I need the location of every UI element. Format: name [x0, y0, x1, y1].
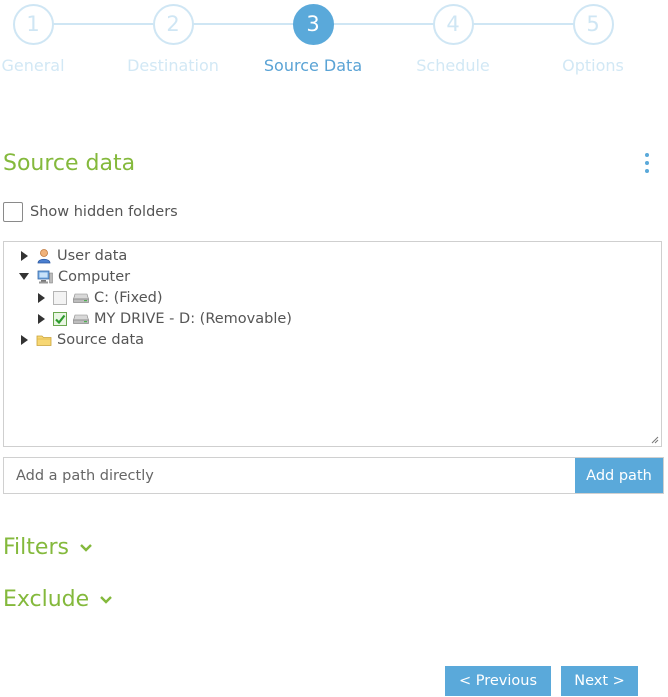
- add-path-button[interactable]: Add path: [575, 458, 663, 493]
- check-icon: [55, 314, 66, 324]
- step-number: 5: [572, 4, 614, 45]
- add-path-row: Add path: [3, 457, 664, 494]
- drive-icon: [73, 314, 89, 324]
- show-hidden-folders-checkbox[interactable]: [3, 202, 23, 222]
- step-label: Schedule: [416, 56, 490, 75]
- computer-icon: [37, 270, 53, 283]
- step-number: 2: [152, 4, 194, 45]
- resize-grip-icon[interactable]: [651, 436, 659, 444]
- expand-arrow-icon[interactable]: [21, 334, 28, 345]
- step-number: 4: [432, 4, 474, 45]
- chevron-down-icon: [80, 543, 92, 552]
- tree-item-drive-d[interactable]: MY DRIVE - D: (Removable): [38, 308, 292, 329]
- drive-icon: [73, 293, 89, 303]
- kebab-menu-icon[interactable]: [640, 153, 654, 179]
- tree-item-drive-c[interactable]: C: (Fixed): [38, 287, 163, 308]
- show-hidden-folders-row[interactable]: Show hidden folders: [3, 201, 178, 223]
- tree-item-label: MY DRIVE - D: (Removable): [94, 310, 292, 327]
- show-hidden-folders-label: Show hidden folders: [30, 204, 178, 220]
- tree-item-label: User data: [57, 247, 128, 264]
- next-button[interactable]: Next >: [561, 666, 638, 696]
- previous-button[interactable]: < Previous: [445, 666, 551, 696]
- tree-item-checkbox-checked[interactable]: [53, 311, 67, 326]
- add-path-input[interactable]: [4, 458, 575, 493]
- user-icon: [37, 248, 51, 263]
- filters-toggle[interactable]: Filters: [3, 535, 93, 560]
- step-destination[interactable]: 2 Destination: [103, 4, 243, 75]
- exclude-label: Exclude: [3, 587, 90, 612]
- step-label: General: [1, 56, 65, 75]
- chevron-down-icon: [100, 595, 113, 604]
- exclude-toggle[interactable]: Exclude: [3, 587, 113, 612]
- tree-item-label: C: (Fixed): [94, 289, 163, 306]
- tree-item-user-data[interactable]: User data: [21, 245, 127, 266]
- expand-arrow-icon[interactable]: [38, 313, 45, 324]
- step-number: 3: [292, 4, 334, 45]
- step-label: Options: [562, 56, 624, 75]
- wizard-stepper: 1 General 2 Destination 3 Source Data 4 …: [0, 0, 668, 90]
- step-number: 1: [12, 4, 54, 45]
- step-options[interactable]: 5 Options: [523, 4, 663, 75]
- collapse-arrow-icon[interactable]: [19, 273, 29, 280]
- tree-item-label: Computer: [58, 268, 131, 285]
- step-source-data[interactable]: 3 Source Data: [243, 4, 383, 75]
- tree-item-computer[interactable]: Computer: [19, 266, 130, 287]
- expand-arrow-icon[interactable]: [21, 250, 28, 261]
- tree-item-checkbox[interactable]: [53, 290, 67, 305]
- source-tree[interactable]: User data Computer C: (Fixed) MY DRIVE -…: [3, 241, 662, 447]
- step-label: Source Data: [263, 56, 363, 75]
- tree-item-source-data[interactable]: Source data: [21, 329, 144, 350]
- expand-arrow-icon[interactable]: [38, 292, 45, 303]
- step-general[interactable]: 1 General: [0, 4, 103, 75]
- tree-item-label: Source data: [57, 331, 145, 348]
- step-label: Destination: [127, 56, 219, 75]
- folder-icon: [36, 335, 52, 346]
- step-schedule[interactable]: 4 Schedule: [383, 4, 523, 75]
- filters-label: Filters: [3, 535, 69, 560]
- section-title: Source data: [3, 151, 136, 176]
